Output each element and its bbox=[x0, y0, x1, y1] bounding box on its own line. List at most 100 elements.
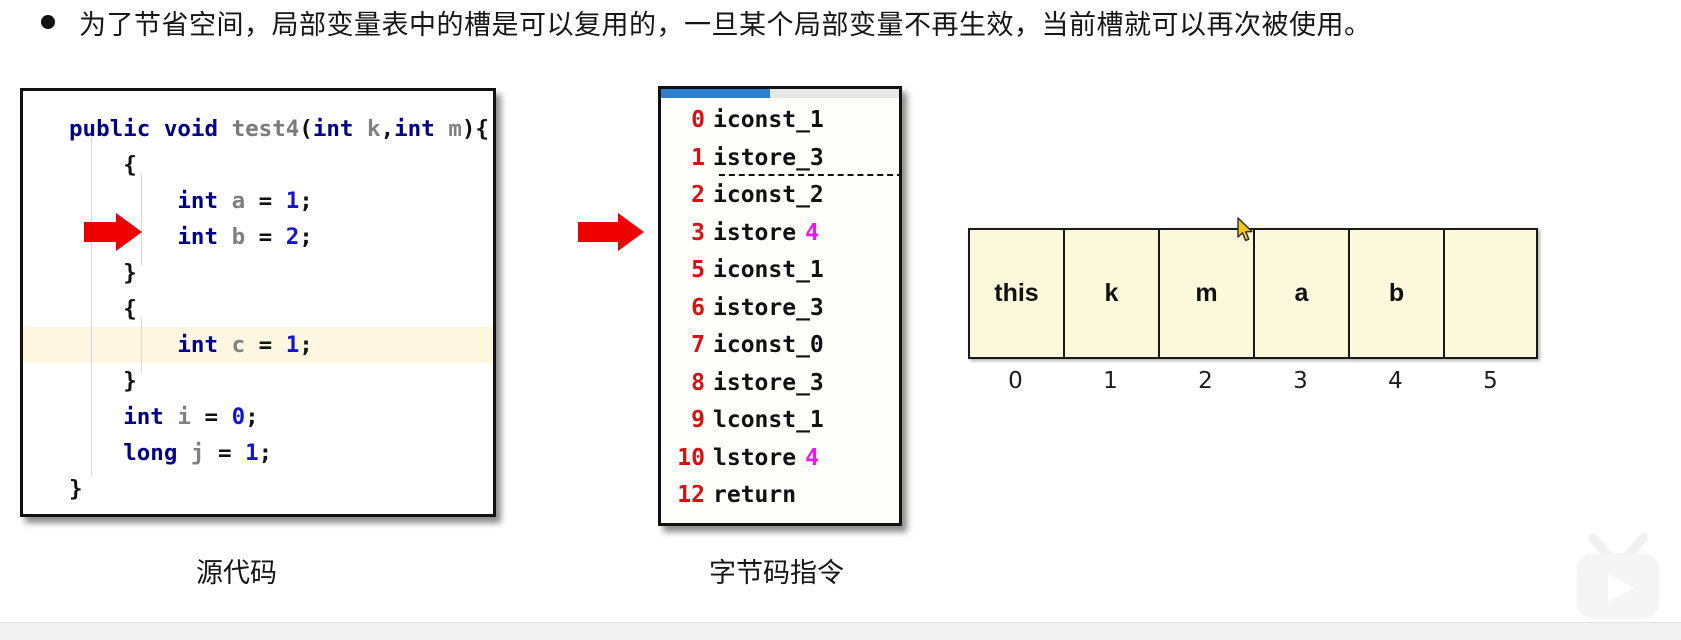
code-token: 1 bbox=[245, 440, 259, 466]
bytecode-mnemonic: iconst_1 bbox=[713, 257, 824, 283]
bytecode-offset: 5 bbox=[691, 257, 705, 283]
code-token: int bbox=[123, 404, 164, 430]
code-token: c bbox=[231, 332, 246, 358]
bytecode-offset: 6 bbox=[691, 294, 705, 321]
indent-guide-3 bbox=[141, 317, 142, 373]
local-variable-slot-table: this k m a b bbox=[968, 228, 1538, 359]
code-token: 1 bbox=[285, 332, 300, 358]
bytecode-mnemonic: istore bbox=[713, 219, 797, 246]
mouse-pointer-icon bbox=[1237, 217, 1253, 242]
bytecode-row[interactable]: 10 lstore 4 bbox=[661, 440, 899, 478]
bytecode-row[interactable]: 2 iconst_2 bbox=[661, 177, 899, 215]
bytecode-offset: 1 bbox=[691, 144, 705, 171]
bytecode-row[interactable]: 8 istore_3 bbox=[661, 365, 899, 403]
code-token: = bbox=[190, 404, 232, 430]
source-code-lines: public void test4(int k,int m){ { int a … bbox=[23, 111, 493, 507]
code-token: int bbox=[177, 224, 219, 250]
caption-source-code: 源代码 bbox=[196, 558, 277, 589]
bytecode-mnemonic: iconst_2 bbox=[713, 182, 824, 208]
bytecode-mnemonic: istore_3 bbox=[713, 369, 824, 396]
code-token: ; bbox=[299, 224, 313, 250]
bytecode-mnemonic: lconst_1 bbox=[713, 407, 824, 433]
bytecode-mnemonic: iconst_1 bbox=[713, 107, 824, 133]
code-token: ( bbox=[299, 116, 313, 142]
slot-index-label: 5 bbox=[1483, 368, 1498, 394]
code-token: { bbox=[123, 152, 137, 178]
bytecode-mnemonic: iconst_0 bbox=[713, 332, 824, 358]
code-token: b bbox=[231, 224, 246, 250]
code-token: int bbox=[177, 332, 219, 358]
code-token: = bbox=[245, 224, 286, 250]
arrow-head bbox=[618, 213, 644, 251]
bytecode-row[interactable]: 3 istore 4 bbox=[661, 215, 899, 253]
bytecode-mnemonic: lstore bbox=[713, 444, 797, 471]
header-bullet-line: 为了节省空间，局部变量表中的槽是可以复用的，一旦某个局部变量不再生效，当前槽就可… bbox=[0, 0, 1681, 44]
slot-index-label: 3 bbox=[1293, 368, 1308, 394]
slot-cell: a bbox=[1253, 228, 1348, 359]
code-line: } bbox=[23, 363, 493, 399]
right-arrow-icon-source bbox=[84, 213, 144, 251]
arrow-head bbox=[116, 213, 142, 251]
bytecode-offset: 8 bbox=[691, 369, 705, 396]
bytecode-mnemonic: istore_3 bbox=[713, 294, 824, 321]
code-line: { bbox=[23, 147, 493, 183]
bytecode-offset: 7 bbox=[691, 332, 705, 358]
code-token: k bbox=[367, 116, 381, 142]
bytecode-mnemonic: return bbox=[713, 482, 797, 508]
code-line: long j = 1; bbox=[23, 435, 493, 471]
slot-cell bbox=[1443, 228, 1538, 359]
code-token: ; bbox=[299, 188, 313, 214]
bytecode-row[interactable]: 12 return bbox=[661, 477, 899, 515]
code-token: long bbox=[123, 440, 178, 466]
bytecode-row[interactable]: 7 iconst_0 bbox=[661, 327, 899, 365]
code-token: test4 bbox=[231, 116, 300, 142]
bytecode-operand: 4 bbox=[805, 444, 819, 471]
arrow-shaft bbox=[578, 222, 620, 242]
bytecode-row[interactable]: 1 istore_3 bbox=[661, 140, 899, 178]
bytecode-instruction-list: 0 iconst_1 1 istore_3 2 iconst_2 3 istore 4 5 icon… bbox=[661, 102, 899, 515]
code-token: ; bbox=[299, 332, 313, 358]
code-token: { bbox=[123, 296, 137, 322]
bytecode-row[interactable]: 6 istore_3 bbox=[661, 290, 899, 328]
code-line: int i = 0; bbox=[23, 399, 493, 435]
bytecode-offset: 3 bbox=[691, 219, 705, 246]
bytecode-row[interactable]: 9 lconst_1 bbox=[661, 402, 899, 440]
bytecode-row[interactable]: 5 iconst_1 bbox=[661, 252, 899, 290]
code-line: int c = 1; bbox=[23, 327, 493, 363]
code-token: = bbox=[245, 332, 286, 358]
code-token: 0 bbox=[231, 404, 246, 430]
bytecode-mnemonic: istore_3 bbox=[713, 144, 824, 171]
code-token: int bbox=[177, 188, 219, 214]
code-token: 2 bbox=[285, 224, 300, 250]
code-token: 1 bbox=[285, 188, 300, 214]
code-token: ){ bbox=[461, 116, 489, 142]
arrow-shaft bbox=[84, 222, 118, 242]
code-token: } bbox=[123, 260, 137, 286]
bytecode-offset: 12 bbox=[677, 482, 705, 508]
code-token: ; bbox=[245, 404, 259, 430]
progress-bar bbox=[661, 89, 899, 98]
bytecode-panel: 0 iconst_1 1 istore_3 2 iconst_2 3 istore 4 5 icon… bbox=[658, 86, 902, 526]
code-token: , bbox=[380, 116, 395, 142]
bottom-strip bbox=[0, 622, 1681, 640]
bytecode-row[interactable]: 0 iconst_1 bbox=[661, 102, 899, 140]
bytecode-offset: 2 bbox=[691, 182, 705, 208]
code-token: public bbox=[69, 116, 151, 142]
code-line: { bbox=[23, 291, 493, 327]
slot-index-label: 0 bbox=[1008, 368, 1023, 394]
slot-cell: b bbox=[1348, 228, 1443, 359]
code-token: ; bbox=[258, 440, 273, 466]
right-arrow-icon-bytecode bbox=[578, 213, 646, 251]
code-token: } bbox=[123, 368, 137, 394]
